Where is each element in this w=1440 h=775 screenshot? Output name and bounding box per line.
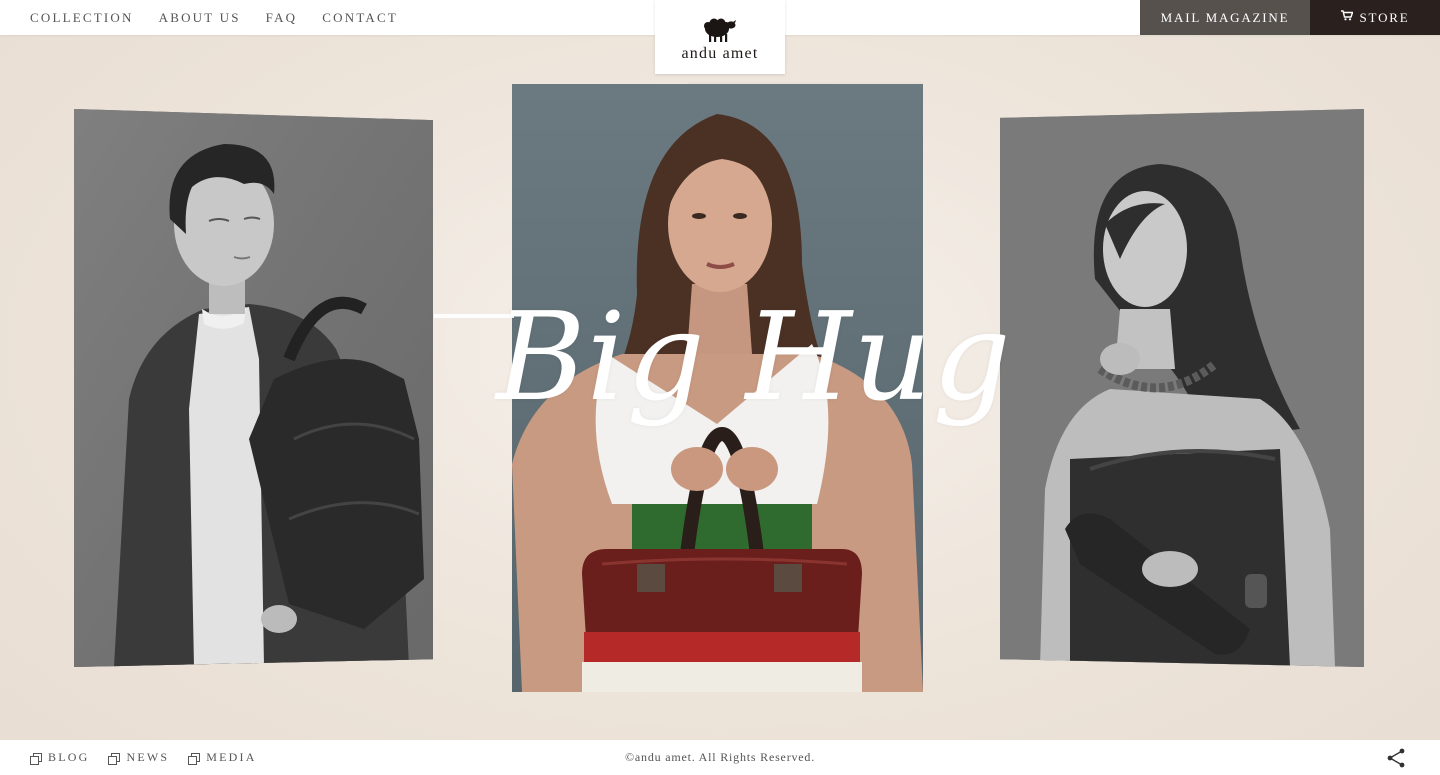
- nav-contact[interactable]: CONTACT: [322, 10, 398, 26]
- store-label: STORE: [1359, 9, 1410, 25]
- footer-link-blog[interactable]: BLOG: [30, 750, 89, 765]
- nav-about-us[interactable]: ABOUT US: [159, 10, 241, 26]
- man-illustration: [74, 109, 433, 667]
- photo-woman-with-clutch[interactable]: [1000, 109, 1364, 667]
- footer-link-news[interactable]: NEWS: [108, 750, 169, 765]
- main-nav: COLLECTION ABOUT US FAQ CONTACT: [30, 0, 423, 35]
- copy-square-icon: [30, 752, 42, 765]
- footer-link-label: MEDIA: [206, 750, 257, 764]
- footer-link-media[interactable]: MEDIA: [188, 750, 256, 765]
- copy-square-icon: [108, 752, 121, 765]
- share-icon: [1387, 748, 1405, 768]
- nav-faq[interactable]: FAQ: [266, 10, 298, 26]
- store-button[interactable]: STORE: [1310, 0, 1440, 35]
- mail-magazine-label: MAIL MAGAZINE: [1160, 9, 1290, 25]
- photo-man-with-bag[interactable]: [74, 109, 433, 667]
- footer-links: BLOG NEWS MEDIA: [30, 740, 276, 775]
- sheep-icon: [704, 18, 736, 42]
- logo-text: andu amet: [681, 45, 759, 62]
- copy-square-icon: [188, 752, 201, 765]
- footer-link-label: NEWS: [126, 750, 170, 764]
- woman-clutch-illustration: [1000, 109, 1364, 667]
- footer-link-label: BLOG: [48, 750, 90, 764]
- brand-logo[interactable]: andu amet: [655, 0, 785, 74]
- mail-magazine-button[interactable]: MAIL MAGAZINE: [1140, 0, 1310, 35]
- nav-collection[interactable]: COLLECTION: [30, 10, 134, 26]
- cart-icon: [1340, 10, 1354, 25]
- site-footer: BLOG NEWS MEDIA ©andu amet. All Rights R…: [0, 740, 1440, 775]
- hero-headline: Big Hug: [496, 286, 1012, 428]
- accent-line-top: [688, 82, 923, 84]
- share-button[interactable]: [1386, 748, 1406, 768]
